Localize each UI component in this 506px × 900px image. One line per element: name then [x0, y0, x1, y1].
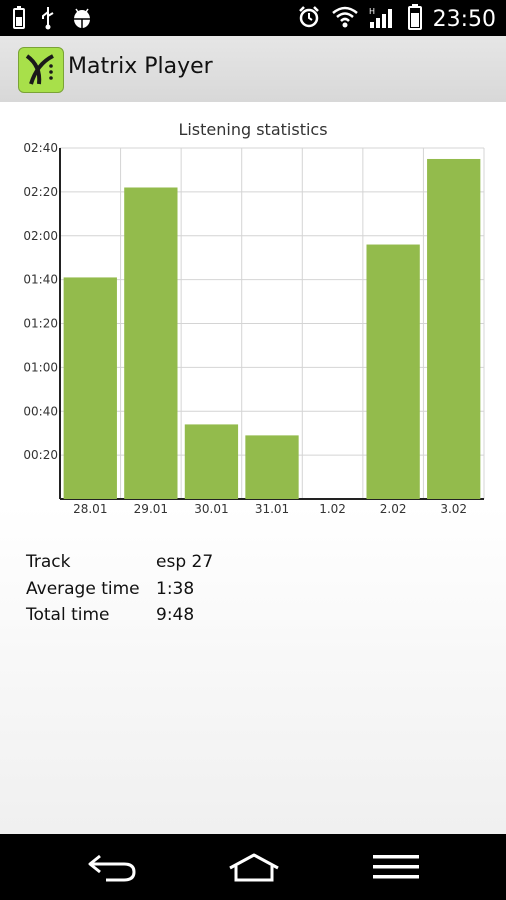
status-bar: H 23:50: [0, 0, 506, 36]
alarm-icon: [297, 5, 321, 33]
chart-svg: 00:20 00:40 01:00 01:20 01:40 02:00 02:20 02:40…: [23, 141, 485, 516]
x-tick-label: 2.02: [380, 502, 407, 516]
listening-chart: Listening statistics 00:20 00:40 01:00 01:2…: [0, 102, 506, 522]
battery-saver-icon: [12, 6, 26, 34]
signal-icon: H: [369, 5, 397, 33]
home-icon[interactable]: [228, 852, 280, 886]
x-tick-label: 28.01: [73, 502, 107, 516]
y-tick-label: 02:20: [23, 185, 58, 199]
chart-bar: [184, 424, 239, 499]
x-tick-label: 30.01: [194, 502, 228, 516]
action-bar: Matrix Player: [0, 36, 506, 102]
total-time-value: 9:48: [156, 605, 195, 625]
track-label: Track: [26, 552, 71, 572]
content-area: Listening statistics 00:20 00:40 01:00 01:2…: [0, 102, 506, 834]
x-tick-label: 29.01: [134, 502, 168, 516]
y-tick-label: 02:40: [23, 141, 58, 155]
chart-bar: [245, 435, 299, 499]
total-time-label: Total time: [26, 605, 110, 625]
stat-row-total: Total time 9:48: [26, 605, 213, 632]
x-tick-label: 31.01: [255, 502, 289, 516]
wifi-icon: [331, 6, 359, 32]
y-tick-label: 01:40: [23, 273, 58, 287]
navigation-bar: [0, 834, 506, 900]
usb-icon: [40, 6, 56, 34]
stat-row-track: Track esp 27: [26, 552, 213, 579]
y-tick-label: 01:00: [23, 360, 58, 374]
track-value: esp 27: [156, 552, 214, 572]
y-tick-label: 00:40: [23, 404, 58, 418]
chart-bar: [63, 277, 117, 499]
y-tick-label: 01:20: [23, 317, 58, 331]
chart-bar: [366, 244, 420, 499]
stat-row-average: Average time 1:38: [26, 579, 213, 606]
app-title: Matrix Player: [68, 54, 213, 79]
back-icon[interactable]: [86, 852, 138, 886]
matrix-player-logo-icon[interactable]: [18, 47, 64, 93]
battery-icon: [407, 4, 423, 34]
chart-bar: [427, 158, 481, 499]
track-stats: Track esp 27 Average time 1:38 Total tim…: [26, 552, 213, 632]
x-tick-label: 3.02: [440, 502, 467, 516]
chart-bar: [124, 187, 178, 500]
android-debug-icon: [70, 6, 94, 34]
x-tick-label: 1.02: [319, 502, 346, 516]
average-time-label: Average time: [26, 578, 140, 599]
svg-text:H: H: [369, 7, 375, 16]
menu-icon[interactable]: [373, 852, 419, 886]
y-tick-label: 00:20: [23, 448, 58, 462]
clock: 23:50: [432, 6, 496, 32]
y-tick-label: 02:00: [23, 229, 58, 243]
average-time-value: 1:38: [156, 578, 195, 599]
